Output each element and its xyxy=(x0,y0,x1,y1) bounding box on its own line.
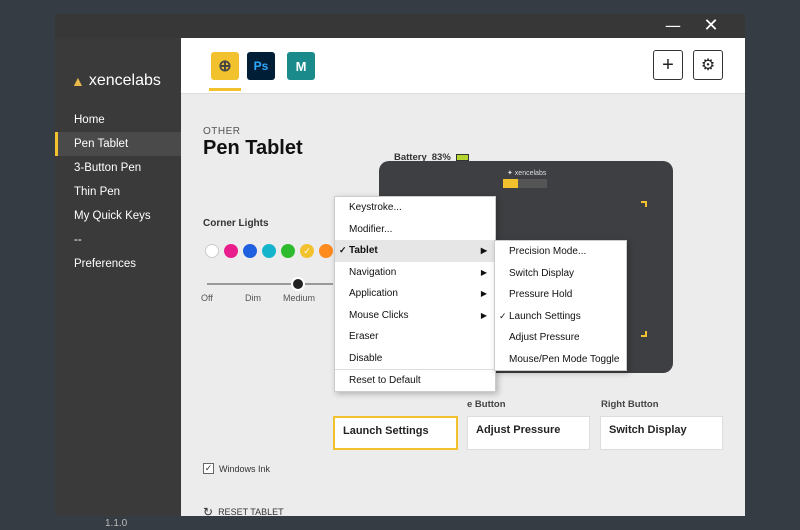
battery-icon xyxy=(455,154,469,161)
app-tab-bar: ⊕ Ps M + ⚙ xyxy=(181,38,745,94)
active-tab-indicator xyxy=(209,88,241,91)
color-swatch-blue[interactable] xyxy=(243,244,257,258)
corner-light-bottom-right xyxy=(641,331,647,337)
menu-item-reset-to-default[interactable]: Reset to Default xyxy=(335,369,495,391)
left-button-action[interactable]: Launch Settings xyxy=(333,416,458,450)
color-swatch-white[interactable] xyxy=(205,244,219,258)
color-swatch-yellow[interactable]: ✓ xyxy=(300,244,314,258)
windows-ink-label: Windows Ink xyxy=(219,463,271,474)
brand-logo: ▲ xencelabs xyxy=(71,72,161,90)
reset-tablet-button[interactable]: ↻ RESET TABLET xyxy=(203,505,284,519)
tablet-buttons xyxy=(503,179,547,188)
tablet-logo: ✦ xencelabs xyxy=(507,170,547,177)
sidebar-item-3-button-pen[interactable]: 3-Button Pen xyxy=(55,156,181,180)
middle-button-action[interactable]: Adjust Pressure xyxy=(467,416,590,450)
title-bar: — ✕ xyxy=(55,14,745,38)
maya-app-tab[interactable]: M xyxy=(287,52,315,80)
sidebar-item-pen-tablet[interactable]: Pen Tablet xyxy=(55,132,181,156)
menu-item-application[interactable]: Application ▶ xyxy=(335,283,495,305)
sidebar-item-my-quick-keys[interactable]: My Quick Keys xyxy=(55,204,181,228)
sidebar: ▲ xencelabs Home Pen Tablet 3-Button Pen… xyxy=(55,38,181,529)
gear-icon[interactable]: ⚙ xyxy=(693,50,723,80)
corner-lights-label: Corner Lights xyxy=(203,218,269,229)
menu-item-tablet[interactable]: ✓ Tablet ▶ xyxy=(335,240,495,262)
photoshop-app-tab[interactable]: Ps xyxy=(247,52,275,80)
right-button-label: Right Button xyxy=(601,399,659,410)
middle-button-label: e Button xyxy=(467,399,506,410)
color-swatch-pink[interactable] xyxy=(224,244,238,258)
chevron-right-icon: ▶ xyxy=(480,310,487,320)
page-category: OTHER xyxy=(203,126,241,137)
refresh-icon: ↻ xyxy=(203,505,214,519)
menu-item-navigation[interactable]: Navigation ▶ xyxy=(335,262,495,284)
brightness-slider-track[interactable] xyxy=(207,283,333,285)
submenu-item-precision-mode[interactable]: Precision Mode... xyxy=(495,241,626,263)
right-button-action[interactable]: Switch Display xyxy=(600,416,723,450)
chevron-right-icon: ▶ xyxy=(480,246,487,255)
submenu-item-mouse-pen-mode-toggle[interactable]: Mouse/Pen Mode Toggle xyxy=(495,349,626,371)
brightness-label-dim: Dim xyxy=(245,293,261,303)
globe-icon[interactable]: ⊕ xyxy=(211,52,239,80)
version-label: 1.1.0 xyxy=(105,518,128,529)
reset-tablet-label: RESET TABLET xyxy=(218,507,284,517)
color-swatch-cyan[interactable] xyxy=(262,244,276,258)
chevron-right-icon: ▶ xyxy=(480,289,487,298)
submenu-item-adjust-pressure[interactable]: Adjust Pressure xyxy=(495,327,626,349)
check-icon: ✓ xyxy=(499,310,507,321)
brand-name: xencelabs xyxy=(88,72,161,89)
submenu-item-pressure-hold[interactable]: Pressure Hold xyxy=(495,284,626,306)
sidebar-item-separator[interactable]: -- xyxy=(55,228,181,252)
windows-ink-checkbox[interactable]: ✓ xyxy=(203,463,214,474)
windows-ink-option[interactable]: ✓ Windows Ink xyxy=(203,463,270,474)
submenu-item-launch-settings[interactable]: ✓ Launch Settings xyxy=(495,306,626,328)
context-menu: Keystroke... Modifier... ✓ Tablet ▶ Navi… xyxy=(334,196,496,392)
page-title: Pen Tablet xyxy=(203,137,303,159)
minimize-icon[interactable]: — xyxy=(653,14,693,38)
menu-item-eraser[interactable]: Eraser xyxy=(335,326,495,348)
brightness-label-off: Off xyxy=(201,293,213,303)
menu-item-keystroke[interactable]: Keystroke... xyxy=(335,197,495,219)
brightness-slider-thumb[interactable] xyxy=(291,277,305,291)
color-swatch-orange[interactable] xyxy=(319,244,333,258)
color-swatch-green[interactable] xyxy=(281,244,295,258)
sidebar-item-home[interactable]: Home xyxy=(55,108,181,132)
menu-item-disable[interactable]: Disable xyxy=(335,348,495,370)
corner-light-top-right xyxy=(641,201,647,207)
sidebar-item-thin-pen[interactable]: Thin Pen xyxy=(55,180,181,204)
submenu-item-switch-display[interactable]: Switch Display xyxy=(495,263,626,285)
check-icon: ✓ xyxy=(339,245,347,255)
sidebar-item-preferences[interactable]: Preferences xyxy=(55,252,181,276)
flame-icon: ▲ xyxy=(71,73,85,89)
chevron-right-icon: ▶ xyxy=(480,267,487,277)
brightness-label-medium: Medium xyxy=(283,293,316,303)
close-icon[interactable]: ✕ xyxy=(691,14,731,38)
menu-item-mouse-clicks[interactable]: Mouse Clicks ▶ xyxy=(335,305,495,327)
add-application-button[interactable]: + xyxy=(653,50,683,80)
tablet-submenu: Precision Mode... Switch Display Pressur… xyxy=(494,240,627,371)
menu-item-modifier[interactable]: Modifier... xyxy=(335,219,495,241)
sidebar-nav: Home Pen Tablet 3-Button Pen Thin Pen My… xyxy=(55,108,181,276)
